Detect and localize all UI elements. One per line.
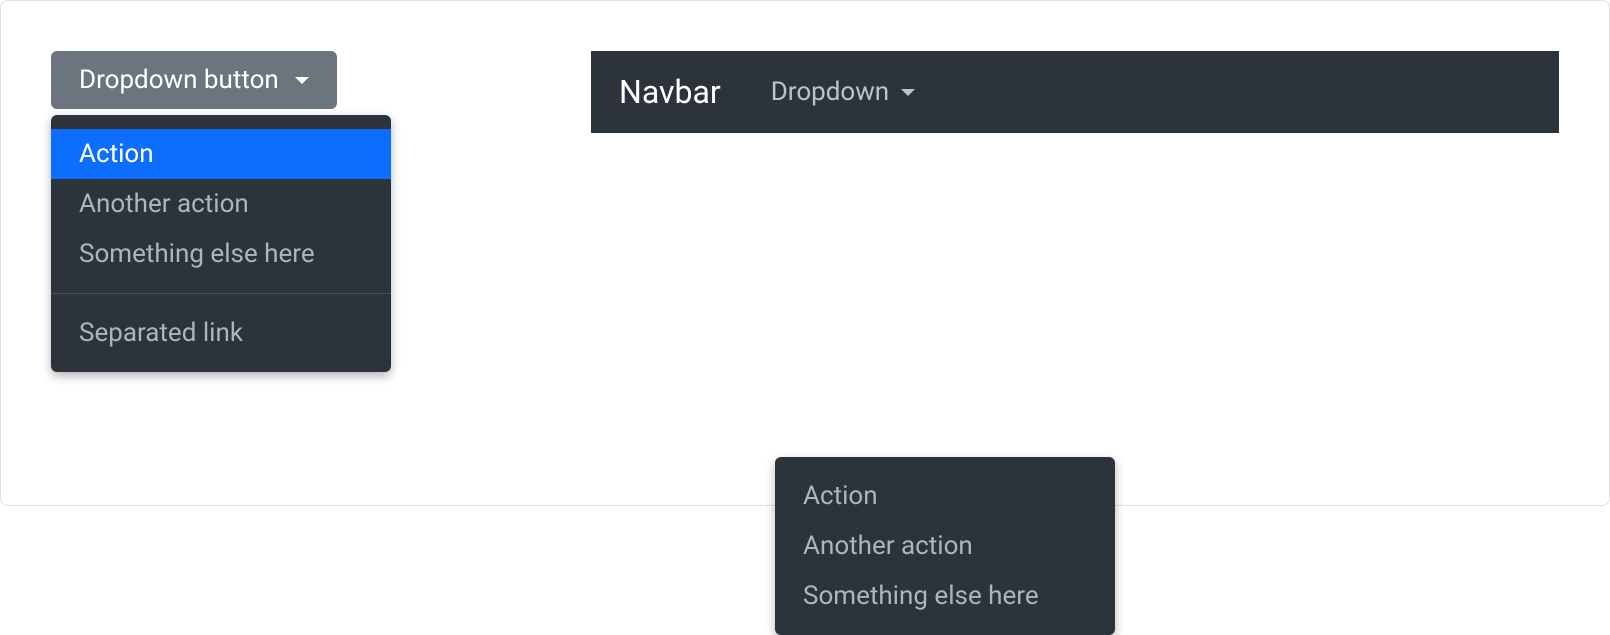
dropdown-button-label: Dropdown button	[79, 65, 279, 95]
navbar: Navbar Dropdown	[591, 51, 1559, 133]
caret-down-icon	[295, 77, 309, 84]
example-container: Dropdown button Action Another action So…	[0, 0, 1610, 506]
dropdown-item-something-else[interactable]: Something else here	[51, 229, 391, 279]
navbar-dropdown-item-action[interactable]: Action	[775, 471, 1115, 521]
dropdown-button[interactable]: Dropdown button	[51, 51, 337, 109]
dropdown-item-action[interactable]: Action	[51, 129, 391, 179]
navbar-dropdown-item-another-action[interactable]: Another action	[775, 521, 1115, 571]
dropdown-item-separated[interactable]: Separated link	[51, 308, 391, 358]
nav-dropdown-toggle[interactable]: Dropdown	[771, 77, 915, 107]
dropdown-menu: Action Another action Something else her…	[51, 115, 391, 372]
dropdown-divider	[51, 293, 391, 294]
navbar-brand[interactable]: Navbar	[619, 73, 721, 111]
right-navbar-section: Navbar Dropdown Action Another action So…	[591, 51, 1559, 455]
left-dropdown-section: Dropdown button Action Another action So…	[51, 51, 391, 455]
dropdown-item-another-action[interactable]: Another action	[51, 179, 391, 229]
nav-dropdown-label: Dropdown	[771, 77, 889, 107]
navbar-dropdown-menu: Action Another action Something else her…	[775, 457, 1115, 635]
navbar-dropdown-item-something-else[interactable]: Something else here	[775, 571, 1115, 621]
caret-down-icon	[901, 89, 915, 96]
